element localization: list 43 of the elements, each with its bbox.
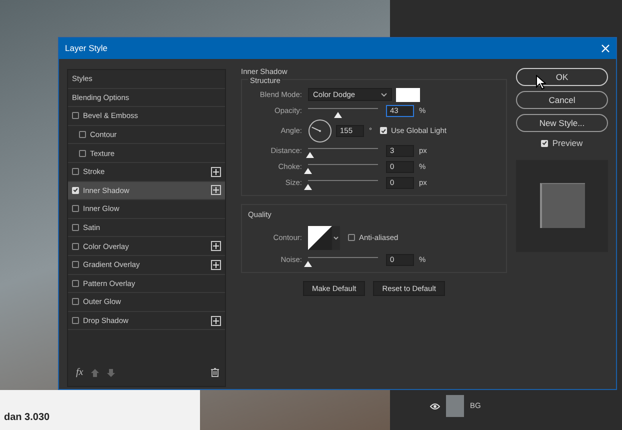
checkbox[interactable] (72, 280, 79, 287)
slider-thumb[interactable] (304, 168, 312, 174)
slider-thumb[interactable] (306, 152, 314, 158)
checkbox-label: Preview (552, 137, 583, 150)
checkbox[interactable] (72, 298, 79, 306)
checkbox[interactable] (72, 186, 79, 194)
cursor-icon (536, 75, 546, 90)
ok-button[interactable]: OK (516, 68, 608, 86)
preview-swatch (540, 183, 584, 228)
add-icon[interactable] (211, 166, 221, 177)
add-icon[interactable] (211, 185, 221, 196)
checkbox[interactable] (72, 242, 79, 250)
checkbox[interactable] (72, 224, 79, 232)
checkbox[interactable] (72, 112, 79, 120)
checkbox[interactable] (541, 140, 548, 147)
caption-text: dan 3.030 (4, 411, 50, 425)
add-icon[interactable] (211, 260, 221, 270)
layer-thumbnail (446, 395, 464, 417)
window-title: Layer Style (65, 42, 108, 55)
slider-thumb[interactable] (304, 260, 312, 267)
checkbox[interactable] (72, 261, 79, 268)
add-icon[interactable] (211, 241, 221, 252)
checkbox[interactable] (79, 150, 86, 157)
color-swatch[interactable] (396, 88, 420, 102)
move-up-icon[interactable] (91, 368, 100, 376)
slider-thumb[interactable] (334, 112, 342, 118)
checkbox[interactable] (72, 317, 79, 324)
close-icon[interactable] (601, 44, 610, 53)
action-button[interactable]: Cancel (516, 91, 608, 109)
fx-button[interactable]: fx (76, 365, 84, 380)
checkbox[interactable] (72, 168, 79, 176)
add-icon[interactable] (211, 316, 221, 326)
contour-picker[interactable] (308, 226, 340, 250)
angle-dial[interactable] (308, 118, 332, 142)
checkbox[interactable] (79, 131, 86, 138)
checkbox[interactable] (72, 205, 79, 212)
slider-thumb[interactable] (304, 184, 312, 190)
chevron-down-icon (381, 92, 387, 96)
action-button[interactable]: New Style... (516, 114, 608, 132)
trash-icon[interactable] (211, 368, 219, 377)
checkbox[interactable] (380, 127, 387, 134)
checkbox[interactable] (348, 234, 355, 242)
move-down-icon[interactable] (107, 368, 116, 376)
